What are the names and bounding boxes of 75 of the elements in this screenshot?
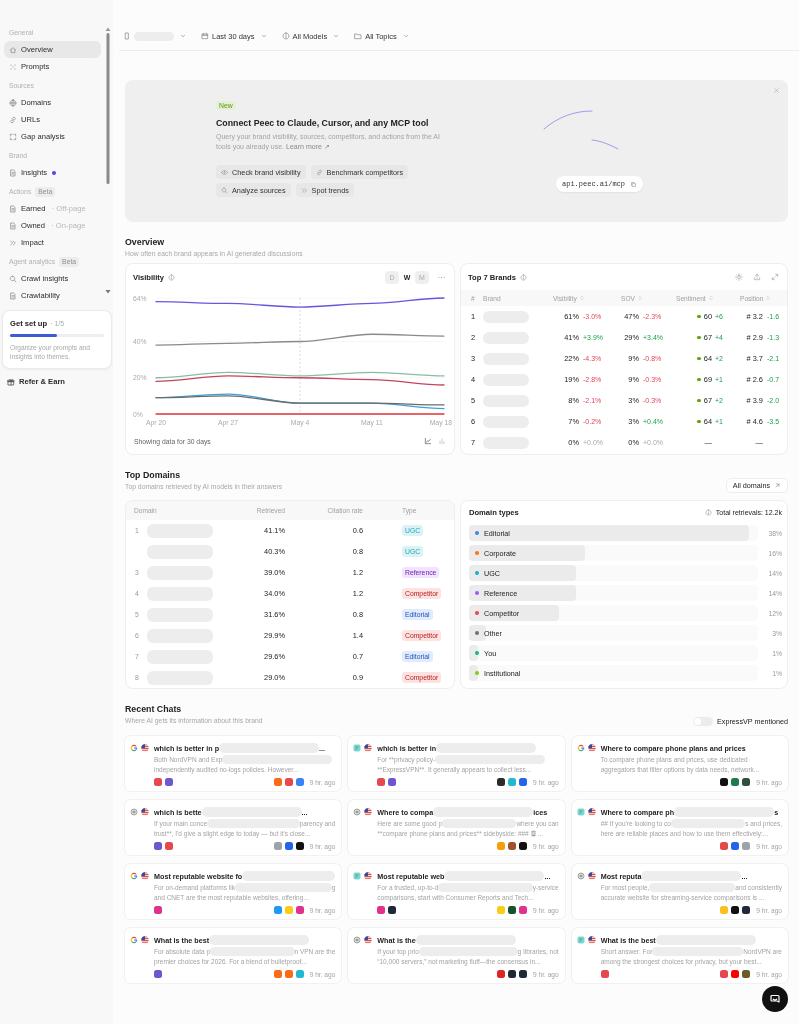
sentiment-dot-icon [697,356,701,361]
flag-icon [587,744,596,752]
sort-icon [707,295,714,301]
sentiment-dot-icon [697,398,701,403]
upload-icon[interactable] [753,273,761,281]
info-icon [168,273,176,281]
flag-icon [364,808,373,816]
section-title: Overview [125,236,166,248]
caret-icon [401,32,410,40]
chat-launcher-button[interactable] [762,986,788,1012]
chevrons-icon [9,238,17,247]
flag-icon [364,744,373,752]
spoked-circle-icon [576,872,585,880]
sentiment-dot-icon [697,419,701,424]
home-icon [9,45,17,54]
banner-title: Connect Peec to Claude, Cursor, and any MCP tool [216,118,429,128]
line-chart-icon[interactable] [424,437,432,445]
eye-icon [221,168,228,176]
info-icon [519,273,527,281]
close-icon[interactable] [773,87,780,94]
spoked-circle-icon [130,808,138,816]
settings-icon[interactable] [735,273,743,281]
corners-icon [9,132,17,141]
scrollbar[interactable] [105,27,111,295]
flag-icon [364,872,373,880]
flag-icon [141,808,149,816]
info-icon [704,508,712,516]
document-icon [9,291,17,300]
sentiment-dot-icon [697,335,701,340]
flag-icon [587,872,596,880]
flag-icon [587,808,596,816]
sort-icon [765,295,772,301]
section-title: Top Domains [125,469,182,481]
sentiment-dot-icon [697,314,701,319]
tile-icon [576,808,585,816]
caret-icon [259,32,268,40]
sentiment-dot-icon [697,377,701,382]
flag-icon [141,936,149,944]
document-icon [9,221,17,230]
flag-icon [141,872,149,880]
bar-chart-icon[interactable] [438,437,446,445]
caret-icon [332,32,341,40]
search-icon [221,186,228,194]
section-title: Recent Chats [125,703,183,715]
link-icon [9,115,17,124]
arrow-icon [774,482,781,489]
caret-icon [179,32,187,40]
g-logo-icon [130,936,138,944]
flag-icon [141,744,149,752]
document-icon [9,168,17,177]
sort-icon [578,295,585,301]
spoked-circle-icon [353,936,362,944]
expand-icon[interactable] [771,273,779,281]
spoked-circle-icon [353,808,362,816]
chat-bubble-icon [769,993,781,1005]
flag-icon [364,936,373,944]
calendar-icon [201,32,209,40]
g-logo-icon [130,744,138,752]
tile-icon [353,872,362,880]
phone-emoji-icon [530,829,536,837]
tile-icon [576,936,585,944]
folder-icon [354,32,363,40]
globe-icon [9,98,17,107]
g-logo-icon [576,744,585,752]
search-icon [9,274,17,283]
flag-icon [587,936,596,944]
sort-icon [636,295,643,301]
g-logo-icon [130,872,138,880]
chevrons-icon [300,186,308,194]
link-icon [315,168,323,176]
device-icon [123,32,131,40]
gift-icon [7,377,15,386]
tile-icon [353,744,362,752]
document-icon [9,204,17,213]
copy-icon[interactable] [630,180,637,188]
